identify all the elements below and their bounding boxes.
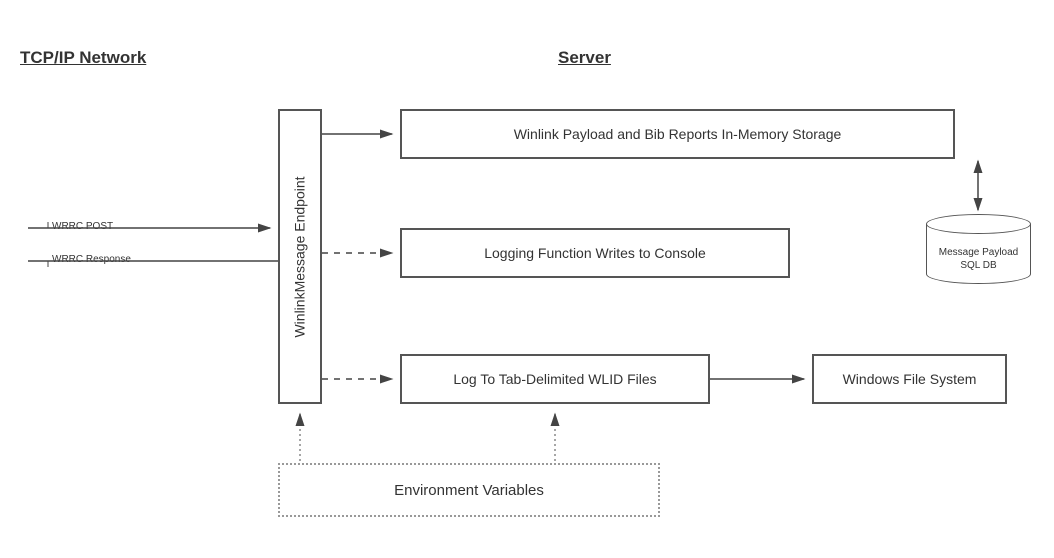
box-logging-label: Logging Function Writes to Console <box>484 245 706 261</box>
heading-network: TCP/IP Network <box>20 48 146 68</box>
label-wrrc-post: WRRC POST <box>52 221 113 232</box>
box-endpoint-label: WinlinkMessage Endpoint <box>292 176 308 337</box>
db-label-line2: SQL DB <box>960 259 996 272</box>
box-storage: Winlink Payload and Bib Reports In-Memor… <box>400 109 955 159</box>
box-storage-label: Winlink Payload and Bib Reports In-Memor… <box>514 126 842 142</box>
box-filesystem: Windows File System <box>812 354 1007 404</box>
db-label-line1: Message Payload <box>939 246 1019 259</box>
heading-server: Server <box>558 48 611 68</box>
box-logfiles: Log To Tab-Delimited WLID Files <box>400 354 710 404</box>
box-logging: Logging Function Writes to Console <box>400 228 790 278</box>
architecture-diagram: TCP/IP Network Server WinlinkMessage End… <box>0 0 1054 558</box>
box-envvars-label: Environment Variables <box>394 482 544 499</box>
label-wrrc-response: WRRC Response <box>52 254 131 265</box>
box-logfiles-label: Log To Tab-Delimited WLID Files <box>453 371 656 387</box>
box-filesystem-label: Windows File System <box>843 371 977 387</box>
db-cylinder: Message Payload SQL DB <box>926 214 1031 286</box>
box-envvars: Environment Variables <box>278 463 660 517</box>
box-endpoint: WinlinkMessage Endpoint <box>278 109 322 404</box>
